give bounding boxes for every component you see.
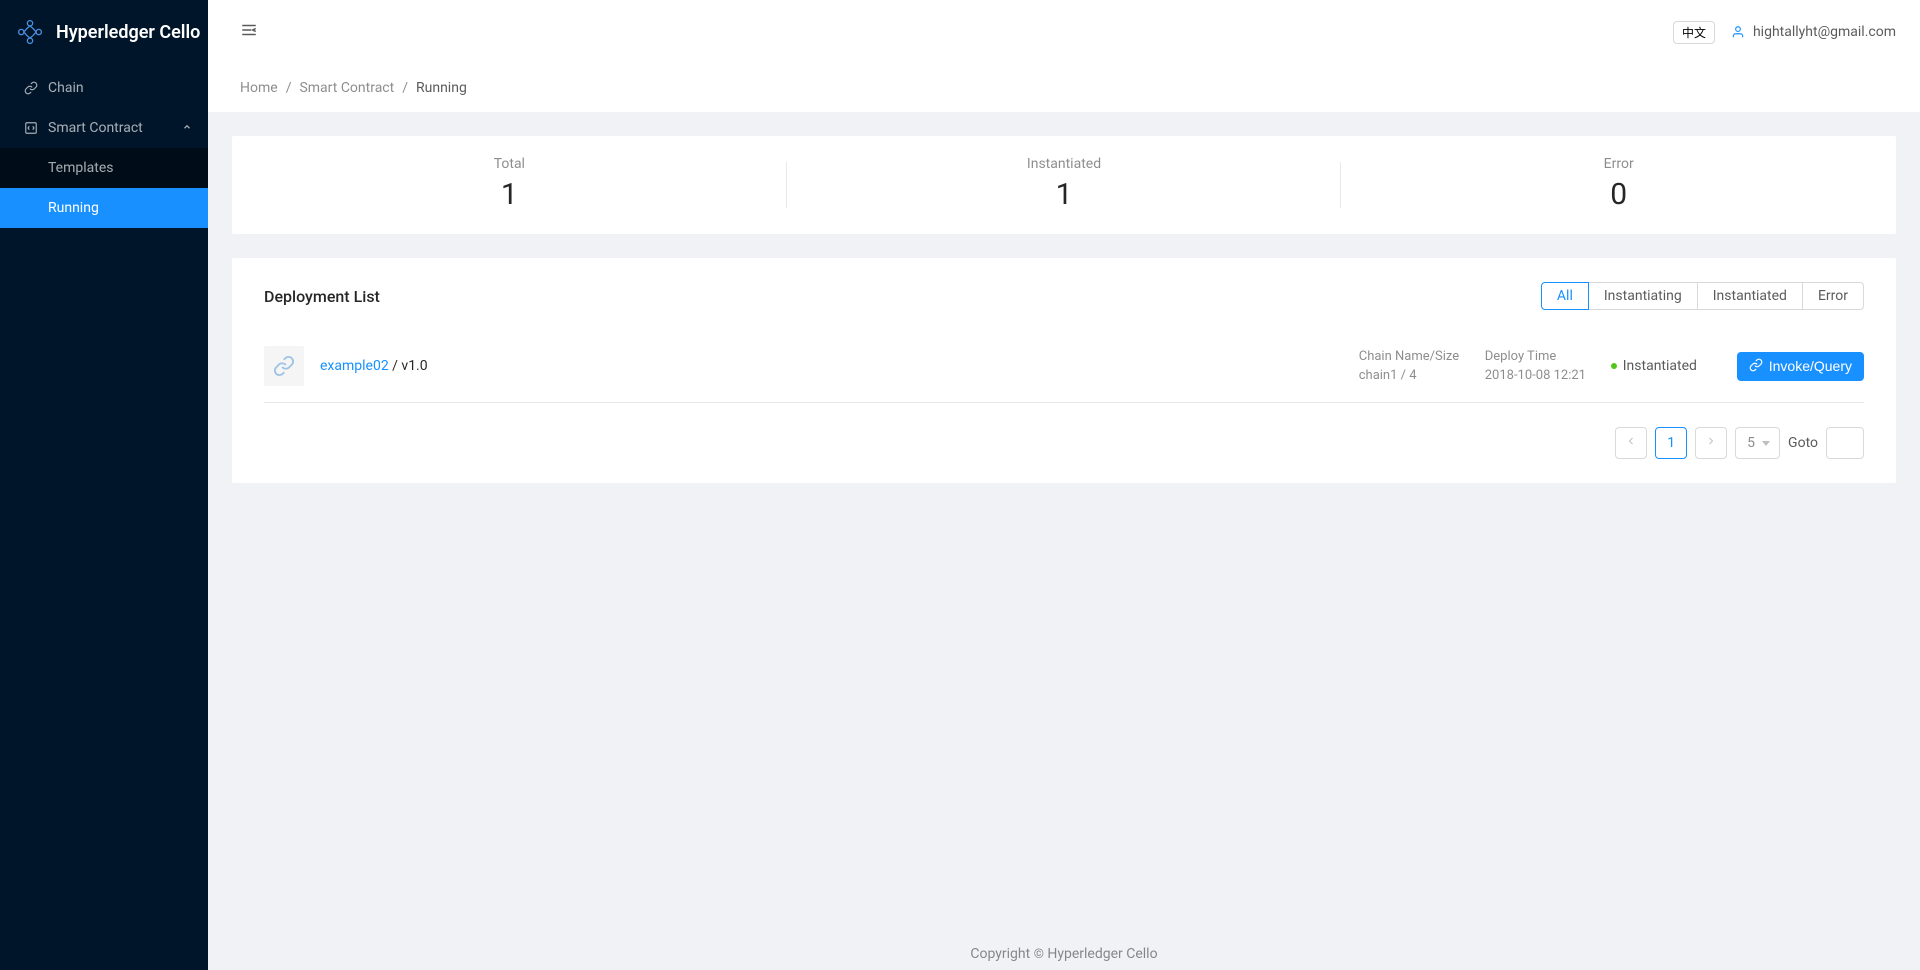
chain-info: Chain Name/Size chain1 / 4	[1359, 349, 1469, 383]
stat-error: Error 0	[1341, 156, 1896, 214]
deployment-list-card: Deployment List All Instantiating Instan…	[232, 258, 1896, 483]
chevron-up-icon	[182, 122, 192, 135]
list-title: Deployment List	[264, 287, 380, 306]
breadcrumb-separator: /	[286, 80, 292, 96]
menu-fold-icon[interactable]	[232, 21, 266, 44]
header: 中文 hightallyht@gmail.com	[208, 0, 1920, 64]
prev-page-button[interactable]	[1615, 427, 1647, 459]
sidebar-item-label: Chain	[48, 80, 192, 96]
language-button[interactable]: 中文	[1673, 21, 1715, 44]
filter-instantiating[interactable]: Instantiating	[1588, 282, 1698, 310]
api-icon	[1749, 358, 1763, 375]
logo-icon	[16, 16, 44, 48]
page-size-select[interactable]: 5	[1735, 427, 1780, 459]
breadcrumb-section[interactable]: Smart Contract	[299, 80, 394, 96]
time-value: 2018-10-08 12:21	[1485, 368, 1595, 383]
sidebar-item-label: Running	[48, 200, 192, 216]
link-icon	[24, 81, 38, 95]
status-text: Instantiated	[1623, 358, 1697, 374]
deployment-version: / v1.0	[389, 358, 428, 374]
button-label: Invoke/Query	[1769, 358, 1852, 374]
sidebar-item-running[interactable]: Running	[0, 188, 208, 228]
user-icon	[1731, 25, 1745, 39]
copyright-suffix: Hyperledger Cello	[1044, 946, 1158, 962]
chevron-right-icon	[1705, 435, 1717, 451]
stat-title: Error	[1341, 156, 1896, 172]
breadcrumb-home[interactable]: Home	[240, 80, 278, 96]
stat-value: 1	[787, 176, 1342, 214]
logo-text: Hyperledger Cello	[56, 22, 200, 43]
sidebar: Hyperledger Cello Chain Smart Contract	[0, 0, 208, 970]
sidebar-item-smart-contract[interactable]: Smart Contract	[0, 108, 208, 148]
stat-title: Total	[232, 156, 787, 172]
deploy-time-info: Deploy Time 2018-10-08 12:21	[1485, 349, 1595, 383]
user-email: hightallyht@gmail.com	[1753, 24, 1896, 40]
chevron-left-icon	[1625, 435, 1637, 451]
goto-input[interactable]	[1826, 427, 1864, 459]
invoke-query-button[interactable]: Invoke/Query	[1737, 352, 1864, 381]
time-label: Deploy Time	[1485, 349, 1595, 364]
stats-card: Total 1 Instantiated 1 Error 0	[232, 136, 1896, 234]
list-item: example02 / v1.0 Chain Name/Size chain1 …	[264, 330, 1864, 403]
nav-menu: Chain Smart Contract Templates Running	[0, 64, 208, 228]
next-page-button[interactable]	[1695, 427, 1727, 459]
page-1-button[interactable]: 1	[1655, 427, 1687, 459]
stat-title: Instantiated	[787, 156, 1342, 172]
breadcrumb: Home / Smart Contract / Running	[240, 80, 1888, 96]
chain-value: chain1 / 4	[1359, 368, 1469, 383]
breadcrumb-separator: /	[402, 80, 408, 96]
page-size-value: 5	[1747, 435, 1755, 451]
sidebar-item-label: Smart Contract	[48, 120, 143, 136]
breadcrumb-current: Running	[416, 80, 467, 96]
deployment-name[interactable]: example02	[320, 358, 389, 374]
deployment-icon	[264, 346, 304, 386]
status-badge: Instantiated	[1611, 358, 1721, 374]
copyright-prefix: Copyright	[970, 946, 1033, 962]
user-menu[interactable]: hightallyht@gmail.com	[1731, 24, 1896, 40]
breadcrumb-bar: Home / Smart Contract / Running	[208, 64, 1920, 112]
filter-all[interactable]: All	[1541, 282, 1589, 310]
chain-label: Chain Name/Size	[1359, 349, 1469, 364]
stat-total: Total 1	[232, 156, 787, 214]
pagination: 1 5 Goto	[264, 427, 1864, 459]
stat-value: 0	[1341, 176, 1896, 214]
status-dot-icon	[1611, 363, 1617, 369]
filter-radio-group: All Instantiating Instantiated Error	[1541, 282, 1864, 310]
stat-instantiated: Instantiated 1	[787, 156, 1342, 214]
goto-label: Goto	[1788, 435, 1818, 451]
footer: Copyright © Hyperledger Cello	[208, 922, 1920, 970]
sidebar-item-templates[interactable]: Templates	[0, 148, 208, 188]
sidebar-item-label: Templates	[48, 160, 192, 176]
stat-value: 1	[232, 176, 787, 214]
sidebar-item-chain[interactable]: Chain	[0, 68, 208, 108]
filter-instantiated[interactable]: Instantiated	[1697, 282, 1803, 310]
code-icon	[24, 121, 38, 135]
copyright-icon: ©	[1034, 947, 1044, 962]
filter-error[interactable]: Error	[1802, 282, 1864, 310]
logo[interactable]: Hyperledger Cello	[0, 0, 208, 64]
